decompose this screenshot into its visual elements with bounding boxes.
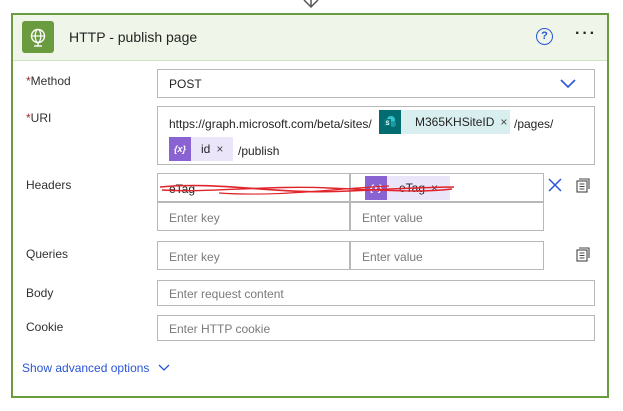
uri-input[interactable]: https://graph.microsoft.com/beta/sites/ … <box>157 106 595 165</box>
header-key-input-empty[interactable]: Enter key <box>157 202 350 231</box>
method-label: *Method <box>26 74 71 88</box>
chevron-down-icon[interactable] <box>560 79 576 89</box>
uri-suffix-text: /publish <box>238 144 280 158</box>
body-input[interactable]: Enter request content <box>157 280 595 306</box>
query-value-placeholder: Enter value <box>362 250 423 264</box>
query-key-placeholder: Enter key <box>169 250 220 264</box>
red-strikethrough-annotation <box>159 184 455 195</box>
uri-label: *URI <box>26 111 51 125</box>
uri-prefix-text: https://graph.microsoft.com/beta/sites/ <box>169 117 372 131</box>
uri-label-text: URI <box>30 111 52 125</box>
card-title[interactable]: HTTP - publish page <box>69 29 197 45</box>
header-value-input-empty[interactable]: Enter value <box>350 202 544 231</box>
uri-middle-text: /pages/ <box>514 117 554 131</box>
token-label: M365KHSiteID <box>415 115 495 129</box>
query-key-input[interactable]: Enter key <box>157 241 350 270</box>
method-label-text: Method <box>30 74 71 88</box>
query-value-input[interactable]: Enter value <box>350 241 544 270</box>
remove-token-icon[interactable]: × <box>216 142 223 156</box>
method-value: POST <box>169 77 202 91</box>
card-header[interactable]: HTTP - publish page ? ··· <box>13 15 607 61</box>
show-advanced-options-link[interactable]: Show advanced options <box>22 361 170 375</box>
close-icon[interactable] <box>548 178 562 192</box>
body-label: Body <box>26 286 54 300</box>
cookie-placeholder: Enter HTTP cookie <box>169 322 271 336</box>
svg-text:S: S <box>386 121 390 127</box>
remove-token-icon[interactable]: × <box>500 115 507 129</box>
headers-label: Headers <box>26 178 72 192</box>
action-card: HTTP - publish page ? ··· *Method POST *… <box>11 13 609 398</box>
sharepoint-icon: S <box>379 110 401 134</box>
switch-to-text-mode-icon[interactable] <box>575 177 591 193</box>
chevron-down-icon <box>158 364 170 371</box>
globe-icon <box>22 21 54 53</box>
dynamic-content-token[interactable]: S M365KHSiteID × <box>379 110 510 134</box>
cookie-input[interactable]: Enter HTTP cookie <box>157 315 595 341</box>
help-icon[interactable]: ? <box>536 28 553 45</box>
expression-token[interactable]: {x} id × <box>169 137 233 161</box>
switch-to-text-mode-icon[interactable] <box>575 246 591 262</box>
body-placeholder: Enter request content <box>169 287 284 301</box>
more-options-icon[interactable]: ··· <box>575 25 597 43</box>
connector-arrow-icon <box>303 0 319 9</box>
header-value-placeholder: Enter value <box>362 211 423 225</box>
queries-label: Queries <box>26 247 69 261</box>
method-dropdown[interactable]: POST <box>157 69 595 98</box>
header-key-placeholder: Enter key <box>169 211 220 225</box>
expression-icon: {x} <box>169 137 191 161</box>
cookie-label: Cookie <box>26 320 64 334</box>
show-advanced-options-label: Show advanced options <box>22 361 150 375</box>
token-label: id <box>201 142 211 156</box>
